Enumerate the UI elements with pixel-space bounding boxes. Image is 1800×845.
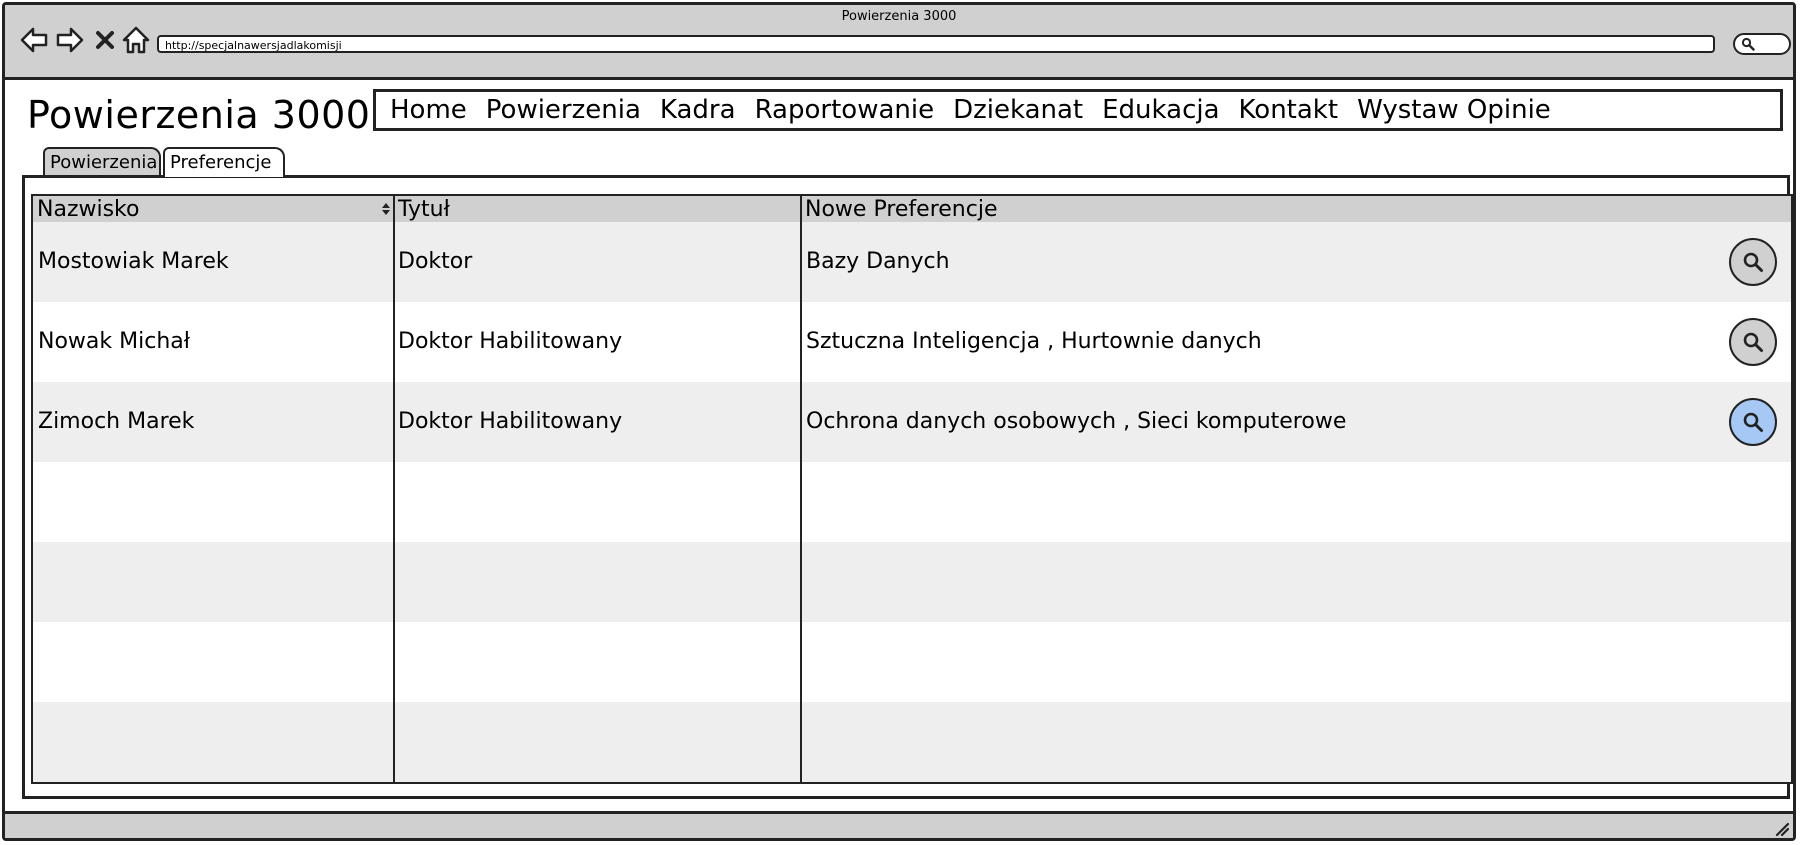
browser-chrome: Powierzenia 3000 http://specjalnawersjad… (5, 5, 1793, 80)
table-row[interactable]: Nowak Michał Doktor Habilitowany Sztuczn… (33, 302, 1791, 382)
preferences-table: Nazwisko Tytuł Nowe Preferencje Mostowia… (31, 194, 1793, 784)
cell-preferences: Sztuczna Inteligencja , Hurtownie danych (806, 329, 1262, 354)
cell-preferences: Bazy Danych (806, 249, 950, 274)
empty-table-row (33, 542, 1791, 622)
url-bar[interactable]: http://specjalnawersjadlakomisji (157, 35, 1715, 53)
view-details-button[interactable] (1729, 238, 1777, 286)
column-divider (800, 196, 802, 782)
empty-table-row (33, 622, 1791, 702)
nav-item-dziekanat[interactable]: Dziekanat (953, 95, 1083, 125)
view-details-button[interactable] (1729, 318, 1777, 366)
window-title: Powierzenia 3000 (841, 9, 957, 24)
cell-name: Mostowiak Marek (38, 249, 229, 274)
stop-icon[interactable] (93, 23, 117, 57)
empty-table-row (33, 702, 1791, 782)
cell-title: Doktor Habilitowany (398, 409, 623, 434)
resize-grip-icon[interactable] (1773, 820, 1789, 836)
nav-item-raportowanie[interactable]: Raportowanie (755, 95, 935, 125)
nav-item-edukacja[interactable]: Edukacja (1102, 95, 1219, 125)
nav-item-home[interactable]: Home (390, 95, 467, 125)
column-header-tytul[interactable]: Tytuł (398, 197, 450, 222)
cell-name: Zimoch Marek (38, 409, 195, 434)
browser-search-field[interactable] (1733, 33, 1791, 55)
app-title: Powierzenia 3000 (27, 93, 371, 137)
tab-powierzenia[interactable]: Powierzenia (43, 147, 161, 175)
search-icon (1741, 37, 1755, 51)
magnifier-icon (1743, 412, 1763, 432)
tab-preferencje[interactable]: Preferencje (163, 147, 285, 177)
column-divider (393, 196, 395, 782)
status-bar (5, 811, 1793, 838)
view-details-button-selected[interactable] (1729, 398, 1777, 446)
column-header-nowe-preferencje[interactable]: Nowe Preferencje (805, 197, 997, 222)
cell-name: Nowak Michał (38, 329, 190, 354)
table-row[interactable]: Mostowiak Marek Doktor Bazy Danych (33, 222, 1791, 302)
home-icon[interactable] (121, 23, 151, 57)
empty-table-row (33, 462, 1791, 542)
nav-item-powierzenia[interactable]: Powierzenia (486, 95, 641, 125)
table-row[interactable]: Zimoch Marek Doktor Habilitowany Ochrona… (33, 382, 1791, 462)
magnifier-icon (1743, 332, 1763, 352)
table-header: Nazwisko Tytuł Nowe Preferencje (33, 196, 1791, 222)
column-header-nazwisko[interactable]: Nazwisko (37, 197, 139, 222)
main-navigation: Home Powierzenia Kadra Raportowanie Dzie… (373, 89, 1783, 131)
back-arrow-icon[interactable] (19, 23, 49, 57)
forward-arrow-icon[interactable] (55, 23, 85, 57)
cell-title: Doktor Habilitowany (398, 329, 623, 354)
tab-panel: Nazwisko Tytuł Nowe Preferencje Mostowia… (22, 175, 1793, 799)
nav-item-kontakt[interactable]: Kontakt (1239, 95, 1339, 125)
nav-item-wystaw-opinie[interactable]: Wystaw Opinie (1357, 95, 1551, 125)
browser-window: Powierzenia 3000 http://specjalnawersjad… (2, 2, 1796, 841)
nav-item-kadra[interactable]: Kadra (660, 95, 736, 125)
cell-title: Doktor (398, 249, 473, 274)
magnifier-icon (1743, 252, 1763, 272)
sort-icon[interactable] (381, 202, 391, 216)
cell-preferences: Ochrona danych osobowych , Sieci kompute… (806, 409, 1347, 434)
